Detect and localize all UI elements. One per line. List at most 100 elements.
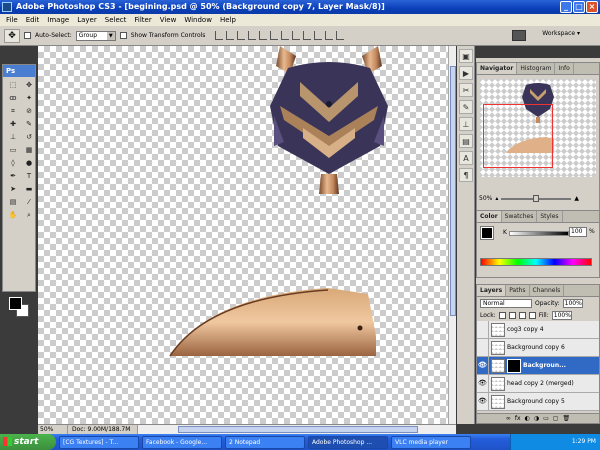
tab-info[interactable]: Info bbox=[555, 63, 574, 74]
maximize-button[interactable]: □ bbox=[573, 1, 585, 13]
add-mask-icon[interactable]: ◐ bbox=[525, 415, 530, 422]
horizontal-scroll-thumb[interactable] bbox=[178, 426, 418, 433]
layer-comps-icon[interactable]: ▤ bbox=[459, 134, 473, 148]
menu-window[interactable]: Window bbox=[180, 16, 216, 24]
tab-color[interactable]: Color bbox=[477, 211, 502, 222]
zoom-slider[interactable] bbox=[501, 194, 572, 202]
type-tool-icon[interactable]: T bbox=[22, 171, 36, 182]
path-selection-icon[interactable]: ➤ bbox=[6, 184, 20, 195]
tab-navigator[interactable]: Navigator bbox=[477, 63, 518, 74]
menu-image[interactable]: Image bbox=[43, 16, 73, 24]
opacity-input[interactable]: 100% bbox=[562, 298, 583, 308]
start-button[interactable]: start bbox=[0, 434, 56, 450]
vertical-scroll-thumb[interactable] bbox=[450, 66, 456, 316]
menu-select[interactable]: Select bbox=[101, 16, 131, 24]
bridge-icon[interactable] bbox=[512, 30, 526, 41]
distribute-middle-icon[interactable] bbox=[292, 31, 301, 40]
history-brush-icon[interactable]: ↺ bbox=[22, 132, 36, 143]
workspace-menu[interactable]: Workspace ▾ bbox=[542, 30, 580, 37]
distribute-left-icon[interactable] bbox=[314, 31, 323, 40]
zoom-slider-knob[interactable] bbox=[533, 194, 540, 202]
align-bottom-icon[interactable] bbox=[237, 31, 246, 40]
taskbar-item-facebook[interactable]: Facebook - Google... bbox=[142, 435, 222, 449]
lock-transparency-icon[interactable] bbox=[498, 311, 506, 319]
distribute-right-icon[interactable] bbox=[336, 31, 345, 40]
history-panel-icon[interactable]: ▣ bbox=[459, 49, 473, 63]
visibility-toggle[interactable] bbox=[477, 339, 489, 356]
blur-tool-icon[interactable]: ◊ bbox=[6, 158, 20, 169]
gradient-tool-icon[interactable]: ▦ bbox=[22, 145, 36, 156]
dodge-tool-icon[interactable]: ● bbox=[22, 158, 36, 169]
tab-paths[interactable]: Paths bbox=[506, 285, 530, 296]
layer-row-active[interactable]: 👁 Backgroun... bbox=[477, 357, 599, 375]
marquee-tool-icon[interactable]: ⬚ bbox=[6, 80, 20, 91]
adjustment-layer-icon[interactable]: ◑ bbox=[534, 415, 539, 422]
tab-swatches[interactable]: Swatches bbox=[502, 211, 538, 222]
eye-icon[interactable]: 👁 bbox=[477, 357, 489, 374]
color-spectrum[interactable] bbox=[480, 258, 592, 266]
notes-tool-icon[interactable]: ▤ bbox=[6, 197, 20, 208]
layer-row[interactable]: 👁 head copy 2 (merged) bbox=[477, 375, 599, 393]
move-tool-icon[interactable]: ✥ bbox=[22, 80, 36, 91]
menu-help[interactable]: Help bbox=[216, 16, 240, 24]
align-middle-icon[interactable] bbox=[226, 31, 235, 40]
navigator-preview[interactable] bbox=[480, 79, 596, 177]
lock-pixels-icon[interactable] bbox=[508, 311, 516, 319]
taskbar-item-vlc[interactable]: VLC media player bbox=[391, 435, 471, 449]
tool-presets-icon[interactable]: ✂ bbox=[459, 83, 473, 97]
zoom-out-icon[interactable]: ▴ bbox=[495, 195, 498, 202]
close-button[interactable]: × bbox=[586, 1, 598, 13]
transform-controls-checkbox[interactable] bbox=[119, 32, 127, 39]
taskbar-item-notepad[interactable]: 2 Notepad bbox=[225, 435, 305, 449]
magic-wand-icon[interactable]: ✦ bbox=[22, 93, 36, 104]
tab-layers[interactable]: Layers bbox=[477, 285, 507, 296]
distribute-bottom-icon[interactable] bbox=[303, 31, 312, 40]
clock[interactable]: 1:29 PM bbox=[572, 438, 596, 445]
pen-tool-icon[interactable]: ✒ bbox=[6, 171, 20, 182]
k-channel-value[interactable]: 100 bbox=[569, 227, 587, 237]
menu-layer[interactable]: Layer bbox=[73, 16, 101, 24]
navigator-zoom[interactable]: 50% bbox=[479, 195, 492, 202]
minimize-button[interactable]: _ bbox=[560, 1, 572, 13]
align-left-icon[interactable] bbox=[248, 31, 257, 40]
paragraph-panel-icon[interactable]: ¶ bbox=[459, 168, 473, 182]
distribute-center-icon[interactable] bbox=[325, 31, 334, 40]
actions-panel-icon[interactable]: ▶ bbox=[459, 66, 473, 80]
tab-channels[interactable]: Channels bbox=[530, 285, 565, 296]
layer-style-icon[interactable]: fx bbox=[515, 415, 521, 422]
clone-stamp-icon[interactable]: ⊥ bbox=[6, 132, 20, 143]
eyedropper-icon[interactable]: ⊘ bbox=[22, 106, 36, 117]
lock-all-icon[interactable] bbox=[528, 311, 536, 319]
new-group-icon[interactable]: ▭ bbox=[543, 415, 549, 422]
healing-brush-icon[interactable]: ✚ bbox=[6, 119, 20, 130]
brushes-panel-icon[interactable]: ✎ bbox=[459, 100, 473, 114]
character-panel-icon[interactable]: A bbox=[459, 151, 473, 165]
new-layer-icon[interactable]: ▢ bbox=[553, 415, 559, 422]
align-top-icon[interactable] bbox=[215, 31, 224, 40]
eyedropper-2-icon[interactable]: ⁄ bbox=[22, 197, 36, 208]
layer-row[interactable]: cog3 copy 4 bbox=[477, 321, 599, 339]
tab-styles[interactable]: Styles bbox=[537, 211, 563, 222]
trash-icon[interactable]: 🗑 bbox=[562, 415, 570, 422]
k-channel-slider[interactable] bbox=[509, 231, 569, 236]
zoom-level[interactable]: 50% bbox=[38, 425, 68, 434]
crop-tool-icon[interactable]: ⌗ bbox=[6, 106, 20, 117]
layer-mask-thumbnail[interactable] bbox=[507, 358, 521, 373]
document-canvas[interactable] bbox=[38, 46, 448, 424]
lock-position-icon[interactable] bbox=[518, 311, 526, 319]
distribute-top-icon[interactable] bbox=[281, 31, 290, 40]
visibility-toggle[interactable] bbox=[477, 321, 489, 338]
move-tool-preset-icon[interactable]: ✥ bbox=[4, 28, 20, 43]
align-right-icon[interactable] bbox=[270, 31, 279, 40]
foreground-color-swatch[interactable] bbox=[9, 297, 22, 310]
layer-row[interactable]: Background copy 6 bbox=[477, 339, 599, 357]
taskbar-item-photoshop[interactable]: Adobe Photoshop ... bbox=[308, 435, 388, 449]
eye-icon[interactable]: 👁 bbox=[477, 375, 489, 392]
color-foreground-swatch[interactable] bbox=[480, 226, 494, 240]
taskbar-item-cgtextures[interactable]: [CG Textures] - T... bbox=[59, 435, 139, 449]
auto-select-checkbox[interactable] bbox=[24, 32, 31, 39]
shape-tool-icon[interactable]: ▬ bbox=[22, 184, 36, 195]
menu-edit[interactable]: Edit bbox=[22, 16, 44, 24]
tab-histogram[interactable]: Histogram bbox=[517, 63, 556, 74]
auto-select-dropdown[interactable]: Group ▼ bbox=[75, 30, 116, 41]
